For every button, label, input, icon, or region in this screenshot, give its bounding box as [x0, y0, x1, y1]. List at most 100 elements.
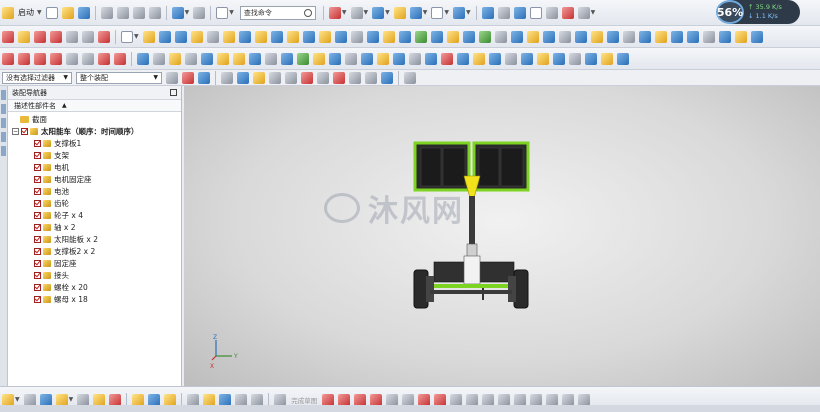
- replace-component-icon[interactable]: [251, 393, 264, 406]
- root-visibility-checkbox[interactable]: [21, 127, 28, 135]
- check-icon[interactable]: [561, 6, 574, 19]
- expression-icon[interactable]: [409, 52, 421, 65]
- snap-toggle-icon[interactable]: [404, 71, 416, 84]
- intersection-curve-icon[interactable]: [201, 52, 213, 65]
- section-curve-icon[interactable]: [217, 52, 229, 65]
- split-body-icon[interactable]: [542, 30, 555, 43]
- component-visibility-checkbox[interactable]: [34, 247, 41, 255]
- intersect-icon[interactable]: [398, 30, 411, 43]
- column-header[interactable]: 描述性部件名 ▲: [8, 100, 181, 112]
- tree-row-component[interactable]: 支架: [8, 149, 181, 161]
- new-component-icon[interactable]: [23, 393, 36, 406]
- synchronous-icon[interactable]: [654, 30, 667, 43]
- start-icon[interactable]: [2, 6, 14, 19]
- component-visibility-checkbox[interactable]: [34, 151, 41, 159]
- delete-face-icon[interactable]: [638, 30, 651, 43]
- solar-panel-right[interactable]: [472, 141, 530, 192]
- profile-icon[interactable]: [322, 393, 335, 406]
- sequence-icon[interactable]: [148, 393, 161, 406]
- shaded-view-icon[interactable]: [372, 6, 385, 19]
- layer-icon[interactable]: [393, 6, 406, 19]
- solar-panel-left[interactable]: [413, 141, 471, 192]
- swept-icon[interactable]: [734, 30, 747, 43]
- tree-row-component[interactable]: 齿轮: [8, 197, 181, 209]
- helix-icon[interactable]: [98, 52, 110, 65]
- arc-center-icon[interactable]: [333, 71, 345, 84]
- slot-icon[interactable]: [302, 30, 315, 43]
- spline-icon[interactable]: [34, 30, 46, 43]
- sketch-polygon-icon[interactable]: [434, 393, 447, 406]
- extrude-icon[interactable]: [142, 30, 155, 43]
- assembly-constraints-icon[interactable]: [93, 393, 106, 406]
- mirror-icon[interactable]: [494, 30, 507, 43]
- sketch-icon[interactable]: [2, 30, 14, 43]
- show-dof-icon[interactable]: [109, 393, 122, 406]
- text-curve-icon[interactable]: [114, 52, 126, 65]
- fillet-curve-icon[interactable]: [50, 52, 62, 65]
- resource-tab-roles[interactable]: [1, 146, 6, 156]
- thicken-icon[interactable]: [574, 30, 587, 43]
- subtract-icon[interactable]: [382, 30, 395, 43]
- selection-options-icon[interactable]: [166, 71, 178, 84]
- exploded-view-icon[interactable]: [132, 393, 145, 406]
- tree-row-component[interactable]: 电池: [8, 185, 181, 197]
- start-dropdown-icon[interactable]: ▼: [37, 9, 42, 16]
- render-icon[interactable]: [377, 52, 389, 65]
- tree-row-root[interactable]: − 太阳能车（顺序：时间顺序）: [8, 125, 181, 137]
- studio-spline-icon[interactable]: [34, 52, 46, 65]
- sketch-point-icon[interactable]: [450, 393, 463, 406]
- feature-select-icon[interactable]: [237, 71, 249, 84]
- inspect-icon[interactable]: [617, 52, 629, 65]
- component-visibility-checkbox[interactable]: [34, 187, 41, 195]
- groove-icon[interactable]: [318, 30, 331, 43]
- sketch-line-icon[interactable]: [338, 393, 351, 406]
- tree-row-section[interactable]: 截面: [8, 113, 181, 125]
- snap-icon[interactable]: [497, 6, 510, 19]
- sketch-chamfer-icon[interactable]: [402, 393, 415, 406]
- sphere-icon[interactable]: [190, 30, 203, 43]
- sketch-trim-icon[interactable]: [514, 393, 527, 406]
- selection-filter-select[interactable]: 没有选择过滤器 ▼: [2, 71, 72, 84]
- point-on-curve-icon[interactable]: [285, 71, 297, 84]
- wave-linker-icon[interactable]: [164, 393, 177, 406]
- motion-icon[interactable]: [505, 52, 517, 65]
- grid-icon[interactable]: [328, 6, 341, 19]
- view-orientation-icon[interactable]: [409, 6, 422, 19]
- save-icon[interactable]: [77, 6, 90, 19]
- wheel-left-front[interactable]: [413, 269, 429, 309]
- pocket-icon[interactable]: [270, 30, 283, 43]
- sketch-rectangle-icon[interactable]: [418, 393, 431, 406]
- manufacturing-icon[interactable]: [537, 52, 549, 65]
- datum-plane-icon[interactable]: [121, 30, 133, 43]
- edit-curve-icon[interactable]: [297, 52, 309, 65]
- scale-icon[interactable]: [590, 30, 603, 43]
- search-icon[interactable]: [303, 8, 312, 17]
- shell-icon[interactable]: [446, 30, 459, 43]
- simulation-icon[interactable]: [521, 52, 533, 65]
- reference-set-icon[interactable]: [235, 393, 248, 406]
- trim-body-icon[interactable]: [526, 30, 539, 43]
- tree-row-component[interactable]: 支撑板1: [8, 137, 181, 149]
- interference-icon[interactable]: [219, 393, 232, 406]
- chamfer-icon[interactable]: [430, 30, 443, 43]
- revolve-icon[interactable]: [158, 30, 171, 43]
- arc-circle-icon[interactable]: [18, 52, 30, 65]
- point-icon[interactable]: [66, 52, 78, 65]
- component-visibility-checkbox[interactable]: [34, 235, 41, 243]
- mirror-assembly-icon[interactable]: [55, 393, 68, 406]
- sketch-mirror-icon[interactable]: [498, 393, 511, 406]
- image-icon[interactable]: [345, 52, 357, 65]
- options-icon[interactable]: [577, 6, 590, 19]
- select-cursor-icon[interactable]: [313, 52, 325, 65]
- move-component-icon[interactable]: [77, 393, 90, 406]
- control-point-icon[interactable]: [317, 71, 329, 84]
- column-header-label[interactable]: 描述性部件名: [14, 101, 56, 111]
- table-icon[interactable]: [393, 52, 405, 65]
- fit-view-icon[interactable]: [350, 6, 363, 19]
- cone-icon[interactable]: [222, 30, 235, 43]
- general-selection-icon[interactable]: [182, 71, 194, 84]
- component-visibility-checkbox[interactable]: [34, 295, 41, 303]
- point-set-icon[interactable]: [82, 52, 94, 65]
- sketch-constraint-icon[interactable]: [562, 393, 575, 406]
- tree-row-component[interactable]: 电机: [8, 161, 181, 173]
